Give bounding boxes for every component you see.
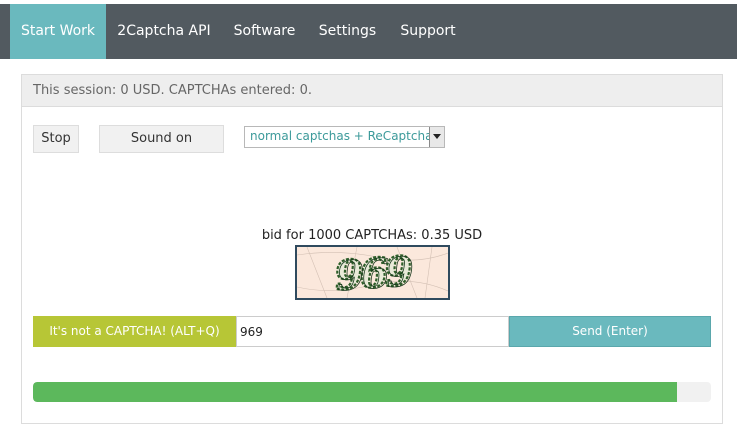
nav-support[interactable]: Support (388, 4, 468, 59)
nav-2captcha-api[interactable]: 2Captcha API (106, 4, 222, 59)
not-a-captcha-button[interactable]: It's not a CAPTCHA! (ALT+Q) (33, 316, 236, 347)
nav-settings[interactable]: Settings (307, 4, 388, 59)
page: Start Work 2Captcha API Software Setting… (0, 0, 737, 440)
captcha-image-text-overlay: 969 (335, 248, 415, 298)
nav-start-work[interactable]: Start Work (10, 4, 106, 59)
progress-bar-fill (33, 382, 678, 402)
send-button[interactable]: Send (Enter) (509, 316, 711, 347)
captcha-image-graphic: 969 969 (297, 247, 448, 298)
stop-button[interactable]: Stop (33, 125, 79, 153)
chevron-down-icon[interactable] (429, 127, 444, 147)
session-stats: This session: 0 USD. CAPTCHAs entered: 0… (33, 83, 312, 98)
captcha-answer-input[interactable] (236, 316, 509, 347)
nav-software[interactable]: Software (222, 4, 307, 59)
bid-label: bid for 1000 CAPTCHAs: 0.35 USD (261, 228, 483, 243)
captcha-image: 969 969 (295, 245, 450, 300)
progress-bar (33, 382, 711, 402)
sound-toggle-button[interactable]: Sound on (99, 125, 224, 153)
captcha-mode-value: normal captchas + ReCaptcha (250, 129, 433, 143)
work-panel: This session: 0 USD. CAPTCHAs entered: 0… (21, 74, 723, 424)
session-bar: This session: 0 USD. CAPTCHAs entered: 0… (22, 75, 722, 107)
top-navbar: Start Work 2Captcha API Software Setting… (0, 4, 737, 59)
captcha-mode-select[interactable]: normal captchas + ReCaptcha (244, 126, 445, 148)
